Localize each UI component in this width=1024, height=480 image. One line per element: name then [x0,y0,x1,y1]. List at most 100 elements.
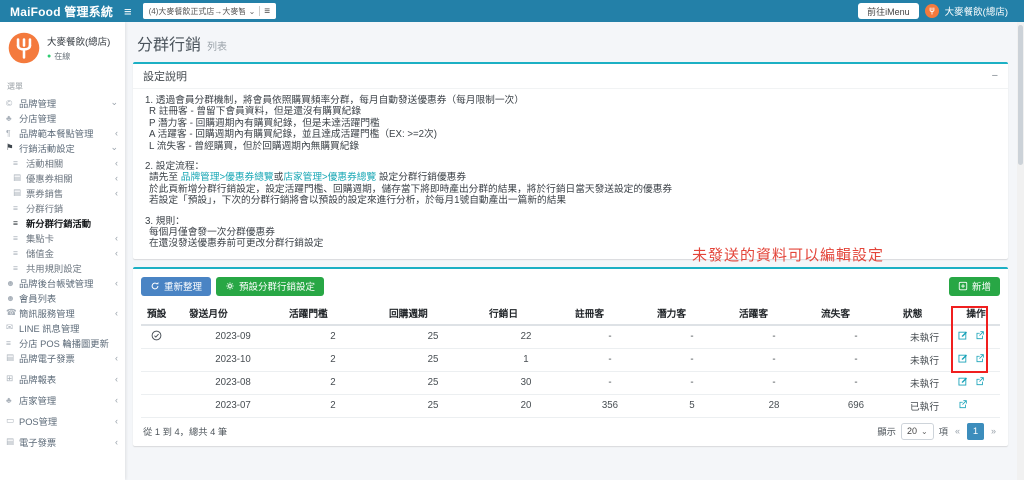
red-highlight-box [951,306,988,373]
default-settings-button[interactable]: 預設分群行銷設定 [216,277,324,296]
store-select[interactable]: (4)大麥餐飲正式店→大麥智能餐飲 [149,6,245,17]
sidebar: 大麥餐飲(總店) ● 在線 選單 ©品牌管理⌄ ♣分店管理 ¶品牌範本餐點管理‹… [0,22,125,480]
red-annotation-text: 未發送的資料可以編輯設定 [692,244,884,265]
sidebar-item-activity-related[interactable]: ≡活動相關‹ [0,155,125,170]
users-icon: ☻ [6,293,19,303]
chevron-icon: ‹ [115,158,120,168]
page-1-button[interactable]: 1 [967,423,984,440]
status-cell: 未執行 [897,371,952,394]
page-size-select[interactable]: 20 ⌄ [901,423,934,440]
info-line: P 潛力客 - 回購週期內有購買紀錄，但是未達活躍門檻 [145,118,996,129]
sidebar-toggle-icon[interactable]: ≡ [124,4,132,19]
chevron-icon: ‹ [115,374,120,384]
fork-icon [927,6,937,16]
brand-coupon-overview-link[interactable]: 品牌管理>優惠券總覽 [181,172,274,183]
list-icon: ≡ [13,263,26,273]
next-page-button[interactable]: » [989,426,998,436]
settings-info-card: 設定說明 − 1. 透過會員分群機制，將會員依照購買頻率分群，每月自動發送優惠券… [133,62,1008,259]
sidebar-item-pos-management[interactable]: ▭POS管理‹ [0,413,125,428]
sidebar-item-stored-value[interactable]: ≡儲值金‹ [0,245,125,260]
list-icon: ≡ [13,248,26,258]
col-active-threshold: 活躍門檻 [283,302,383,325]
sidebar-item-shared-rules[interactable]: ≡共用規則設定 [0,260,125,275]
info-line: 請先至 品牌管理>優惠券總覽或店家管理>優惠券總覽 設定分群行銷優惠券 [145,172,996,183]
goto-imenu-button[interactable]: 前往iMenu [858,3,919,19]
sidebar-item-sms-service[interactable]: ☎簡訊服務管理‹ [0,305,125,320]
sidebar-item-segment-marketing[interactable]: ≡分群行銷 [0,200,125,215]
table-row: 2023-07 2 25 20 356 5 28 696 已執行 [141,394,1000,417]
page-subtitle: 列表 [207,38,227,53]
users-icon: ☻ [6,278,19,288]
sidebar-item-brand-management[interactable]: ©品牌管理⌄ [0,95,125,110]
sidebar-item-points-card[interactable]: ≡集點卡‹ [0,230,125,245]
table-footer: 從 1 到 4，總共 4 筆 顯示 20 ⌄ 項 « 1 » [141,423,1000,440]
add-button[interactable]: 新增 [949,277,1000,296]
external-link-icon[interactable] [958,399,968,412]
chevron-icon: ‹ [115,173,120,183]
segment-marketing-table-card: 重新整理 預設分群行銷設定 新增 預設 發送月份 活躍門檻 回購週期 [133,267,1008,446]
chevron-icon: ‹ [115,233,120,243]
info-line: R 註冊客 - 曾留下會員資料，但是還沒有購買紀錄 [145,106,996,117]
message-icon: ✉ [6,322,19,333]
user-avatar[interactable] [925,4,939,18]
list-icon: ≡ [13,233,26,243]
info-section1-title: 1. 透過會員分群機制，將會員依照購買頻率分群，每月自動發送優惠券（每月限制一次… [145,95,996,106]
sidebar-item-coupon-related[interactable]: ▤優惠券相關‹ [0,170,125,185]
sidebar-item-store-management[interactable]: ♣店家管理‹ [0,392,125,407]
col-potential: 潛力客 [651,302,733,325]
invoice-icon: ▤ [6,436,19,447]
user-label[interactable]: 大麥餐飲(總店) [945,4,1008,18]
sidebar-item-branch-management[interactable]: ♣分店管理 [0,110,125,125]
sidebar-item-member-list[interactable]: ☻會員列表 [0,290,125,305]
list-icon: ≡ [13,158,26,168]
sidebar-item-ticket-sales[interactable]: ▤票券銷售‹ [0,185,125,200]
sidebar-item-brand-template-meals[interactable]: ¶品牌範本餐點管理‹ [0,125,125,140]
table-row: 2023-09 2 25 22 - - - - 未執行 [141,325,1000,349]
edit-icon[interactable] [958,376,968,389]
col-active: 活躍客 [733,302,815,325]
refresh-icon [150,281,160,291]
collapse-button[interactable]: − [992,71,998,82]
col-marketing-day: 行銷日 [483,302,569,325]
sidebar-item-einvoice[interactable]: ▤電子發票‹ [0,434,125,449]
invoice-icon: ▤ [6,352,19,363]
sitemap-icon: ♣ [6,113,19,123]
top-navbar: MaiFood 管理系統 ≡ (4)大麥餐飲正式店→大麥智能餐飲 ⌄ ≡ 前往i… [0,0,1024,22]
chevron-icon: ‹ [115,278,120,288]
chevron-icon: ‹ [115,188,120,198]
add-icon [958,281,968,291]
store-coupon-overview-link[interactable]: 店家管理>優惠券總覽 [283,172,376,183]
sidebar-item-brand-einvoice[interactable]: ▤品牌電子發票‹ [0,350,125,365]
org-logo [7,31,41,70]
chevron-icon: ‹ [115,395,120,405]
info-section2-title: 2. 設定流程： [145,161,996,172]
online-status-icon: ● [47,53,51,60]
store-menu-icon[interactable]: ≡ [264,6,270,17]
sidebar-item-pos-carousel-update[interactable]: ≡分店 POS 輪播圖更新 [0,335,125,350]
info-line: A 活躍客 - 回購週期內有購買紀錄，並且達成活躍門檻（EX: >=2次) [145,129,996,140]
scrollbar-thumb[interactable] [1018,25,1023,165]
chevron-icon: ‹ [115,248,120,258]
check-circle-icon [151,330,162,341]
store-switcher[interactable]: (4)大麥餐飲正式店→大麥智能餐飲 ⌄ ≡ [143,3,277,19]
page-header: 分群行銷 列表 [133,22,1008,62]
prev-page-button[interactable]: « [953,426,962,436]
table-row: 2023-08 2 25 30 - - - - 未執行 [141,371,1000,394]
chevron-down-icon: ⌄ [921,427,928,436]
scrollbar[interactable] [1017,22,1024,480]
external-link-icon[interactable] [975,376,985,389]
status-cell: 未執行 [897,348,952,371]
info-card-title: 設定說明 [143,68,187,84]
menu-section-label: 選單 [0,73,125,95]
sidebar-item-line-messages[interactable]: ✉LINE 訊息管理 [0,320,125,335]
info-line: 若設定「預設」，下次的分群行銷將會以預設的設定來進行分析，於每月1號自動產出一篇… [145,195,996,206]
actions-cell [952,394,1000,417]
sidebar-item-brand-reports[interactable]: ⊞品牌報表‹ [0,371,125,386]
sidebar-item-marketing-campaign-settings[interactable]: ⚑行銷活動設定⌄ [0,140,125,155]
refresh-button[interactable]: 重新整理 [141,277,211,296]
chevron-icon: ‹ [115,128,120,138]
col-status: 狀態 [897,302,952,325]
monitor-icon: ▭ [6,415,19,426]
sidebar-item-new-segment-marketing[interactable]: ≡新分群行銷活動 [0,215,125,230]
sidebar-item-backend-accounts[interactable]: ☻品牌後台帳號管理‹ [0,275,125,290]
